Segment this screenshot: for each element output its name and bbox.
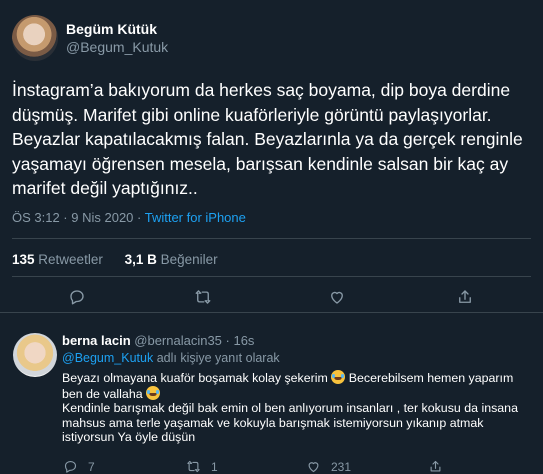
reply-reply-button[interactable]: 7: [63, 459, 95, 474]
tears-of-joy-emoji-icon: [146, 385, 161, 400]
reply-like-button[interactable]: 231: [306, 459, 351, 474]
share-icon: [430, 460, 441, 472]
reply-header: berna lacin @bernalacin35 · 16s: [62, 333, 254, 348]
like-label[interactable]: Beğeniler: [161, 252, 218, 267]
retweet-icon: [187, 460, 200, 473]
divider: [12, 238, 531, 239]
share-icon: [459, 290, 471, 303]
like-button[interactable]: [327, 287, 347, 307]
retweet-label[interactable]: Retweetler: [38, 252, 103, 267]
reply-to-suffix: adlı kişiye yanıt olarak: [153, 351, 280, 365]
reply-text-1: Beyazı olmayana kuaför boşamak kolay şek…: [62, 371, 332, 385]
reply-author-name[interactable]: berna lacin: [62, 333, 131, 348]
retweet-button[interactable]: [193, 287, 213, 307]
tweet-text: İnstagram’a bakıyorum da herkes saç boya…: [12, 80, 523, 198]
reply-context: @Begum_Kutuk adlı kişiye yanıt olarak: [62, 351, 280, 365]
reply-icon: [64, 460, 77, 473]
reply-text: Beyazı olmayana kuaför boşamak kolay şek…: [62, 370, 534, 445]
author-avatar[interactable]: [12, 15, 58, 61]
reply-reply-count: 7: [88, 459, 95, 474]
author-name[interactable]: Begüm Kütük: [66, 21, 157, 37]
tweet-timestamp[interactable]: ÖS 3:12 · 9 Nis 2020 ·: [12, 210, 145, 225]
reply-author-handle[interactable]: @bernalacin35: [134, 333, 222, 348]
like-icon: [331, 291, 343, 304]
reply-icon: [70, 290, 84, 305]
tweet-stats: 135 Retweetler 3,1 B Beğeniler: [12, 252, 236, 267]
tweet-meta: ÖS 3:12 · 9 Nis 2020 · Twitter for iPhon…: [12, 210, 246, 225]
reply-text-3: Kendinle barışmak değil bak emin ol ben …: [62, 401, 518, 445]
retweet-icon: [195, 290, 211, 304]
share-button[interactable]: [455, 287, 475, 307]
reply-retweet-count: 1: [211, 459, 218, 474]
tweet-source[interactable]: Twitter for iPhone: [145, 210, 246, 225]
divider: [12, 276, 531, 277]
reply-time[interactable]: · 16s: [222, 333, 255, 348]
reply-share-button[interactable]: [428, 459, 453, 474]
reply-retweet-button[interactable]: 1: [186, 459, 218, 474]
reply-button[interactable]: [67, 287, 87, 307]
reply-avatar[interactable]: [13, 333, 57, 377]
main-tweet: Begüm Kütük @Begum_Kutuk İnstagram’a bak…: [0, 0, 543, 313]
author-handle[interactable]: @Begum_Kutuk: [66, 39, 168, 55]
tears-of-joy-emoji-icon: [331, 370, 346, 384]
reply-to-mention[interactable]: @Begum_Kutuk: [62, 351, 153, 365]
retweet-count[interactable]: 135: [12, 252, 35, 267]
like-count[interactable]: 3,1 B: [125, 252, 157, 267]
reply-like-count: 231: [331, 459, 352, 474]
like-icon: [308, 462, 319, 473]
